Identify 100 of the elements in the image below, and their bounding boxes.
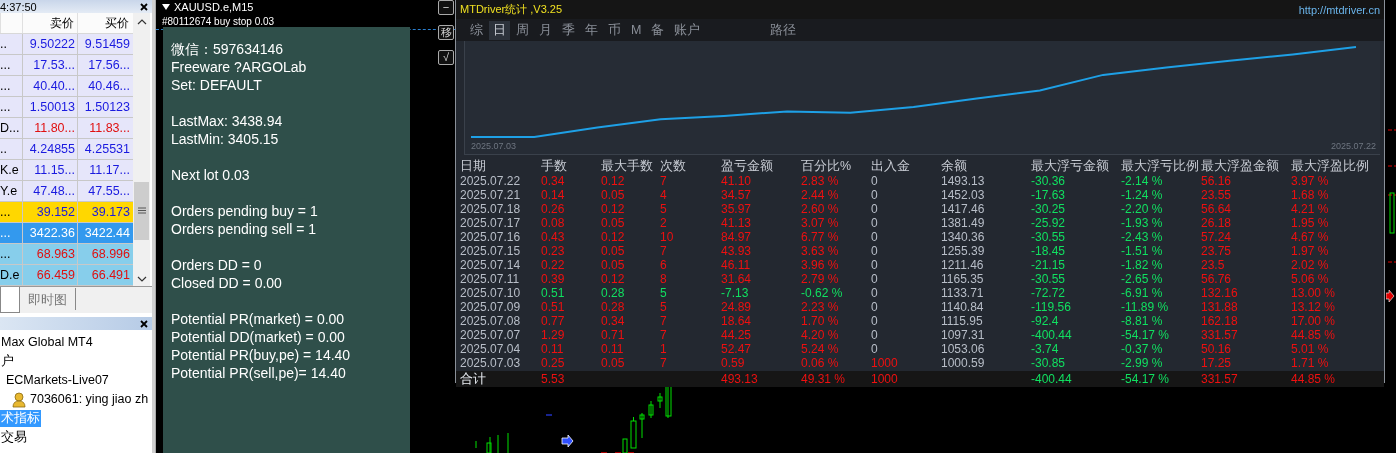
tab[interactable]: 周 — [512, 20, 533, 40]
symbol-row[interactable]: .. 9.50222 9.51459 — [0, 34, 133, 55]
table-cell-text: 44.25 — [721, 328, 753, 342]
symbol-row[interactable]: ... 68.963 68.996 — [0, 244, 133, 265]
tab[interactable]: 季 — [558, 20, 579, 40]
table-cell-text: -72.72 — [1031, 286, 1067, 300]
bid-price: 11.80... — [22, 118, 77, 138]
column-header[interactable]: 买价 — [77, 13, 132, 33]
table-cell-text: 7 — [660, 244, 668, 258]
grip-icon — [137, 207, 146, 214]
symbol-row[interactable]: D... 11.80... 11.83... — [0, 118, 133, 139]
tab[interactable]: 综 — [466, 20, 487, 40]
symbol-name: Y.e — [0, 183, 19, 200]
table-cell-text: 0.28 — [601, 286, 626, 300]
table-cell-text: -2.20 % — [1121, 202, 1164, 216]
table-cell-text: 56.16 — [1201, 174, 1233, 188]
table-cell-text: 46.11 — [721, 258, 752, 272]
symbol-row[interactable]: .. 4.24855 4.25531 — [0, 139, 133, 160]
column-header[interactable]: 卖价 — [22, 13, 77, 33]
table-cell-text: -17.63 — [1031, 188, 1067, 202]
table-cell-text: -21.15 — [1031, 258, 1067, 272]
tab[interactable]: 月 — [535, 20, 556, 40]
symbol-row[interactable]: D.e 66.459 66.491 — [0, 265, 133, 286]
table-cell-text: 1.29 — [541, 328, 566, 342]
chart-button[interactable]: 移 — [438, 25, 454, 40]
symbol-row[interactable]: ... 39.152 39.173 — [0, 202, 133, 223]
total-label: 合计 — [460, 371, 486, 387]
table-cell-text: 6 — [660, 258, 668, 272]
column-header: 手数 — [541, 159, 568, 174]
table-cell-text: 0.28 — [601, 300, 626, 314]
symbol-name: ... — [0, 99, 12, 116]
symbol-name: ... — [0, 204, 12, 221]
column-header: 次数 — [660, 159, 687, 174]
table-cell-text: -2.43 % — [1121, 230, 1164, 244]
table-cell-text: 2025.07.18 — [460, 202, 522, 216]
table-cell-text: 0.51 — [541, 300, 566, 314]
table-cell-text: -3.74 — [1031, 342, 1060, 356]
table-cell-text: 1340.36 — [941, 230, 986, 244]
table-cell-text: 331.57 — [1201, 328, 1239, 342]
symbol-row[interactable]: ... 1.50013 1.50123 — [0, 97, 133, 118]
table-cell-text: 1255.39 — [941, 244, 986, 258]
chart-button[interactable]: √ — [438, 50, 454, 65]
close-icon[interactable] — [140, 2, 148, 11]
tab[interactable]: M — [627, 22, 646, 38]
tab[interactable]: 账户 — [670, 20, 705, 40]
scroll-up-icon[interactable] — [136, 19, 147, 25]
symbol-row[interactable]: ... 17.53... 17.56... — [0, 55, 133, 76]
axis-label: 2025.07.22 — [1330, 141, 1376, 152]
table-cell-text: 0.22 — [541, 258, 566, 272]
table-cell-text: 2.02 % — [1291, 258, 1330, 272]
table-cell-text: 2.23 % — [801, 300, 840, 314]
table-cell-text: 56.64 — [1201, 202, 1233, 216]
table-cell-text: -2.65 % — [1121, 272, 1164, 286]
bid-price: 68.963 — [22, 244, 77, 264]
navigator-item[interactable]: Max Global MT4 — [0, 334, 94, 351]
table-cell-text: 35.97 — [721, 202, 753, 216]
tab[interactable] — [0, 287, 20, 313]
tab[interactable]: 日 — [489, 20, 510, 40]
table-cell-text: 1493.13 — [941, 174, 986, 188]
tab[interactable]: 路径 — [766, 20, 801, 40]
website-link[interactable]: http://mtdriver.cn — [1298, 3, 1380, 16]
table-cell-text: 1097.31 — [941, 328, 986, 342]
table-cell-text: 0.12 — [601, 272, 626, 286]
chart-button[interactable]: − — [438, 0, 454, 15]
tab[interactable]: 年 — [581, 20, 602, 40]
table-cell-text: 0.71 — [601, 328, 626, 342]
table-cell-text: 50.16 — [1201, 342, 1233, 356]
navigator-item[interactable]: 7036061: ying jiao zh — [29, 391, 150, 408]
table-cell-text: 1381.49 — [941, 216, 986, 230]
table-cell-text: 2025.07.03 — [460, 356, 522, 370]
symbol-row[interactable]: ... 40.40... 40.46... — [0, 76, 133, 97]
table-cell-text: -30.36 — [1031, 174, 1067, 188]
table-cell-text: 0 — [871, 230, 879, 244]
order-label: #80112674 buy stop 0.03 — [162, 16, 275, 27]
scroll-down-icon[interactable] — [136, 276, 147, 282]
navigator-item[interactable]: 交易 — [0, 429, 28, 446]
info-text: Orders pending sell = 1 — [171, 220, 318, 238]
table-cell-text: -0.37 % — [1121, 342, 1164, 356]
table-cell-text: 1452.03 — [941, 188, 986, 202]
table-cell-text: 44.85 % — [1291, 328, 1337, 342]
table-cell-text: -30.85 — [1031, 356, 1067, 370]
table-cell-text: 0 — [871, 216, 879, 230]
table-cell-text: 23.75 — [1201, 244, 1233, 258]
dropdown-icon[interactable] — [162, 4, 170, 10]
table-cell-text: -2.14 % — [1121, 174, 1164, 188]
table-cell-text: 2025.07.10 — [460, 286, 522, 300]
price-chart[interactable] — [155, 0, 1396, 453]
column-header: 最大浮亏金额 — [1031, 159, 1110, 174]
table-cell-text: 131.88 — [1201, 300, 1239, 314]
close-icon[interactable] — [140, 319, 148, 328]
table-cell-text: 1.95 % — [1291, 216, 1330, 230]
tab[interactable]: 备 — [647, 20, 669, 40]
symbol-row[interactable]: K.e 11.15... 11.17... — [0, 160, 133, 181]
table-cell-text: 4.21 % — [1291, 202, 1330, 216]
scroll-thumb[interactable] — [134, 181, 149, 240]
tab[interactable]: 币 — [604, 20, 625, 40]
symbol-row[interactable]: Y.e 47.48... 47.55... — [0, 181, 133, 202]
column-header: 余额 — [941, 159, 968, 174]
navigator-item[interactable]: 户 — [0, 353, 15, 370]
navigator-item[interactable]: ECMarkets-Live07 — [5, 372, 110, 389]
